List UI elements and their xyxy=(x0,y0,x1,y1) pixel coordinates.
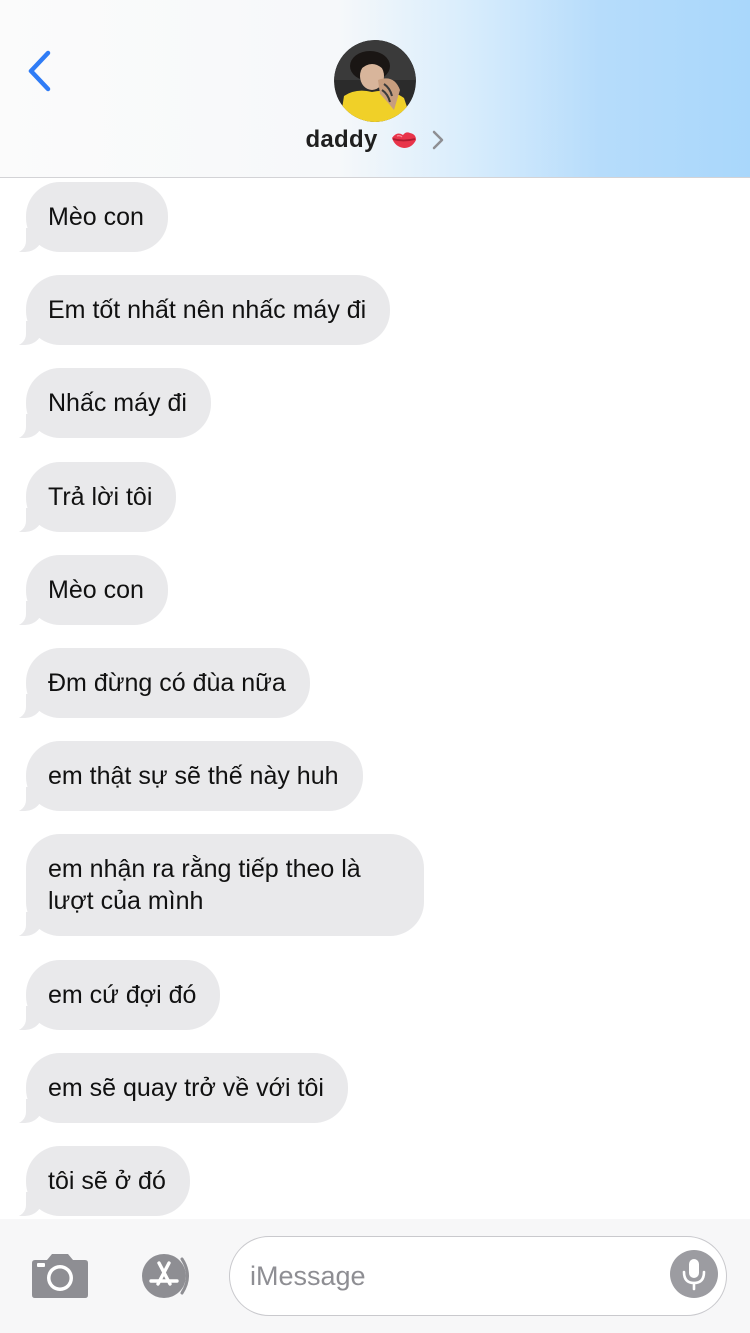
message-bubble[interactable]: Mèo con xyxy=(6,555,168,626)
message-bubble[interactable]: em cứ đợi đó xyxy=(5,960,221,1031)
camera-button[interactable] xyxy=(28,1251,92,1301)
dictation-button[interactable] xyxy=(670,1250,718,1298)
message-bubble[interactable]: Nhấc máy đi xyxy=(6,368,211,439)
conversation-header: daddy xyxy=(0,0,750,178)
avatar-image xyxy=(334,40,416,122)
message-input-field[interactable] xyxy=(229,1236,727,1316)
message-bubble[interactable]: em thật sự sẽ thế này huh xyxy=(6,741,363,812)
message-bubble[interactable]: Mèo con xyxy=(6,182,168,253)
contact-avatar[interactable] xyxy=(334,40,416,122)
microphone-icon xyxy=(682,1259,706,1291)
chevron-right-icon xyxy=(431,129,445,151)
compose-bar xyxy=(0,1219,750,1333)
contact-name: daddy xyxy=(305,126,378,153)
app-store-icon xyxy=(142,1254,189,1298)
app-store-button[interactable] xyxy=(133,1251,197,1301)
message-input[interactable] xyxy=(248,1237,662,1315)
message-bubble[interactable]: Trả lời tôi xyxy=(5,462,177,533)
camera-icon xyxy=(32,1254,88,1298)
message-bubble[interactable]: em sẽ quay trở về với tôi xyxy=(6,1053,348,1124)
message-bubble[interactable]: Đm đừng có đùa nữa xyxy=(6,648,310,719)
contact-details-button[interactable]: daddy xyxy=(0,126,750,166)
message-bubble[interactable]: tôi sẽ ở đó xyxy=(6,1146,190,1217)
back-button[interactable] xyxy=(22,48,58,94)
kiss-mark-icon xyxy=(390,129,418,151)
message-thread[interactable]: Mèo con Em tốt nhất nên nhấc máy đi Nhấc… xyxy=(0,179,750,1219)
message-bubble[interactable]: em nhận ra rằng tiếp theo là lượt của mì… xyxy=(6,834,424,937)
message-bubble[interactable]: Em tốt nhất nên nhấc máy đi xyxy=(5,275,391,346)
chevron-left-icon xyxy=(28,50,51,92)
